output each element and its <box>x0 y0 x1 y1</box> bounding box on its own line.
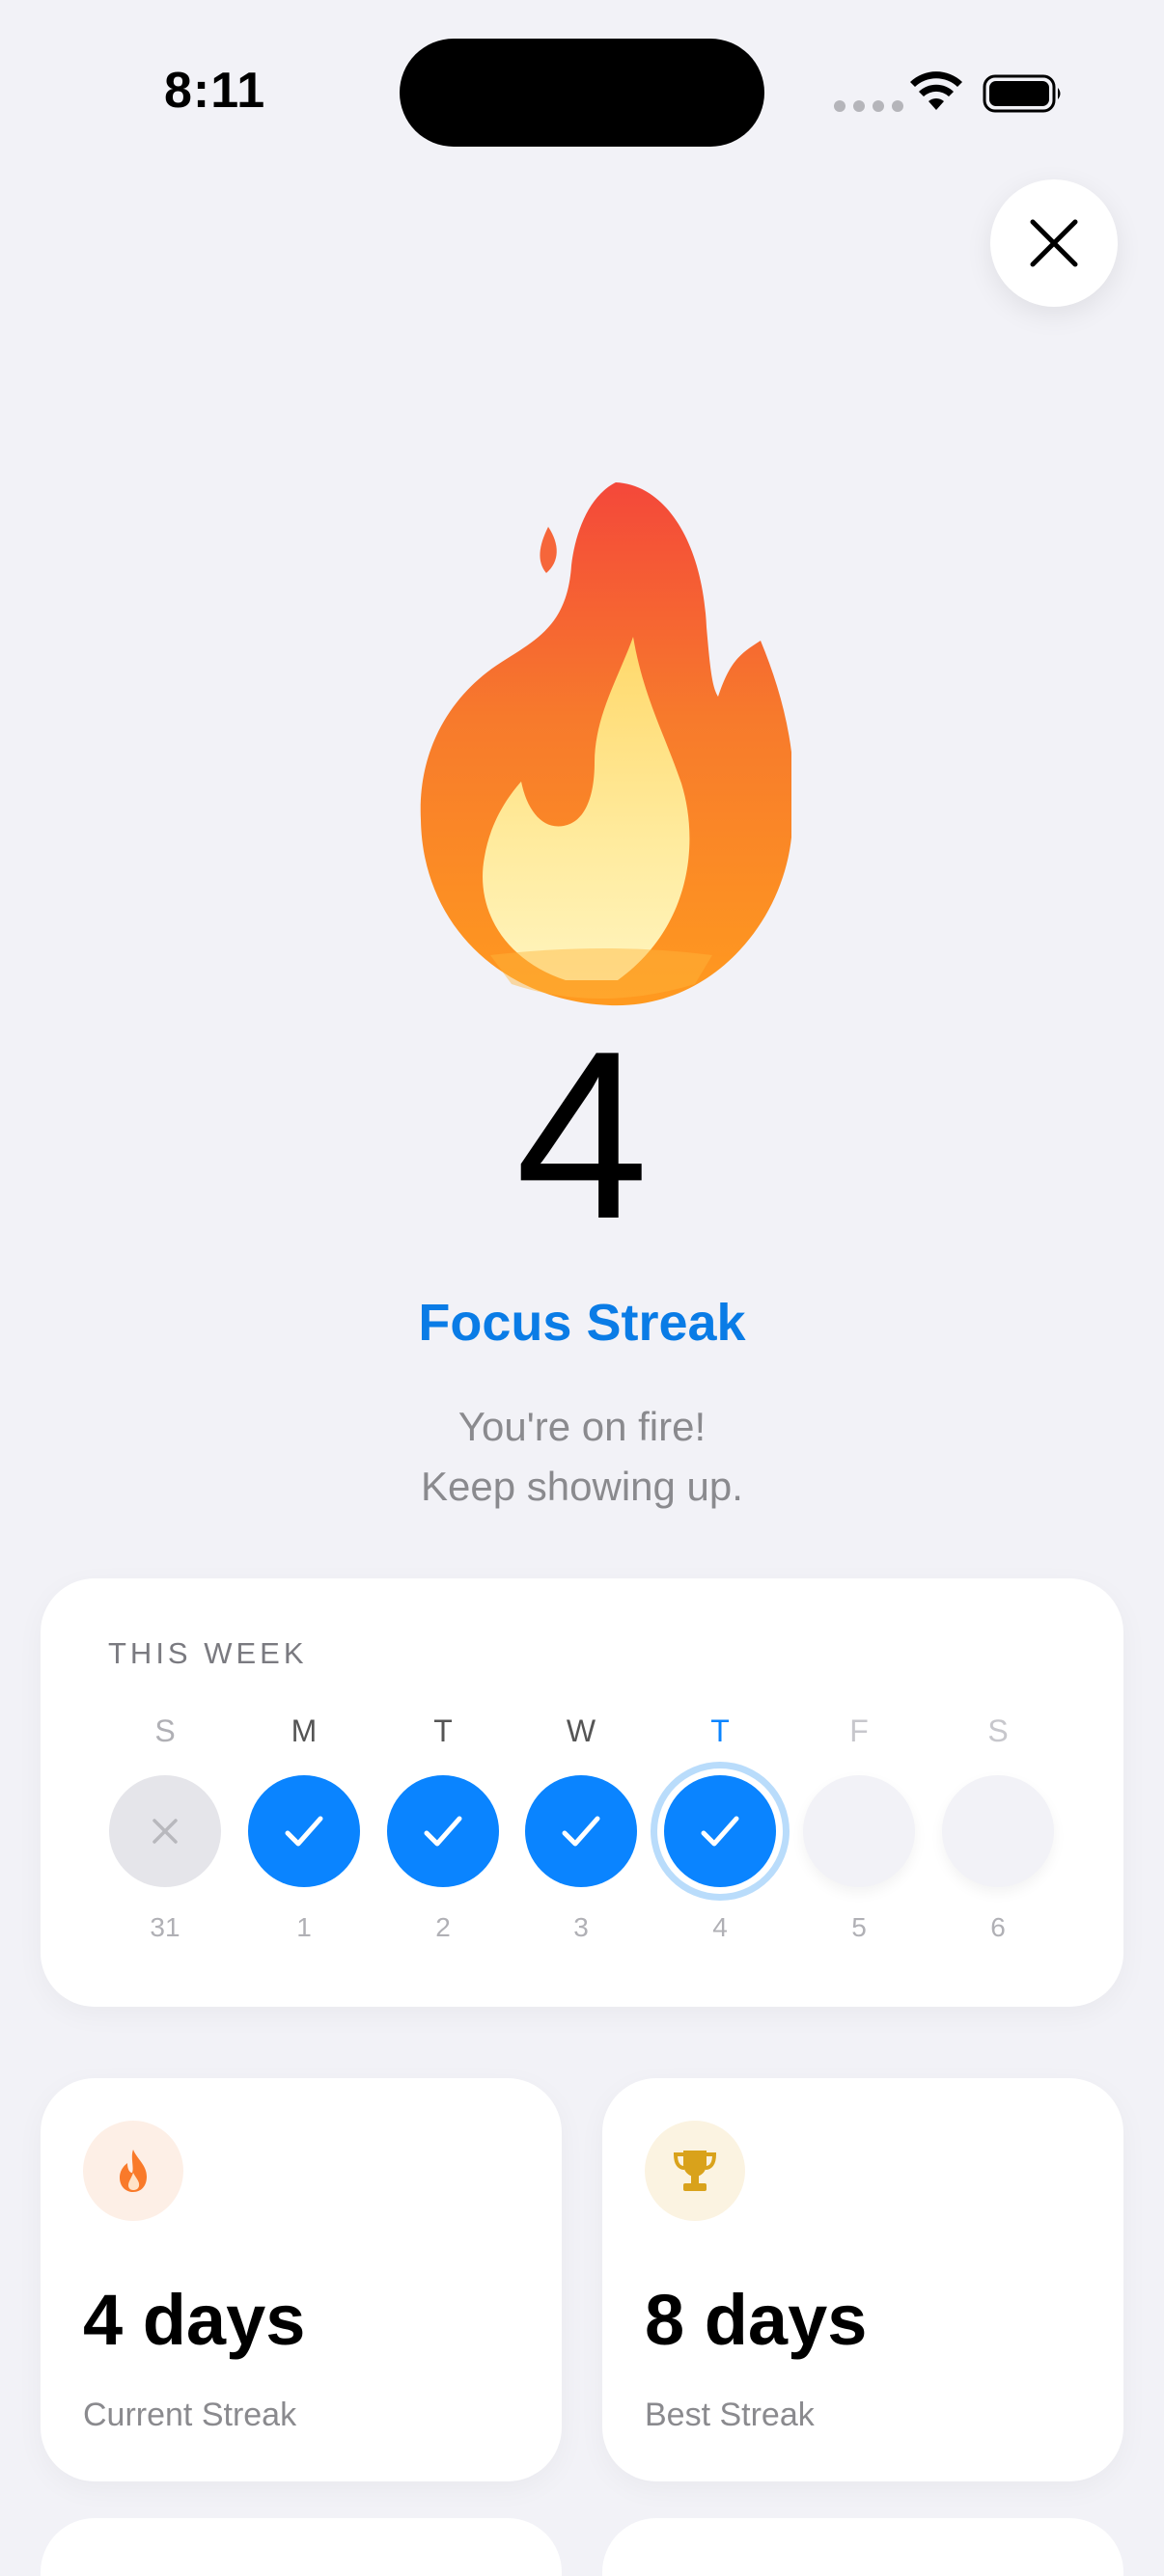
checkmark-icon <box>424 1816 462 1847</box>
close-button[interactable] <box>990 179 1118 307</box>
streak-number: 4 <box>515 1000 649 1269</box>
day-column: T 2 <box>387 1713 499 1984</box>
day-letter: S <box>154 1713 176 1748</box>
x-mark-icon <box>152 1819 178 1844</box>
day-date: 1 <box>296 1912 312 1942</box>
day-date: 2 <box>435 1912 451 1942</box>
day-column: S 31 <box>109 1713 221 1984</box>
day-circle-future <box>803 1775 915 1887</box>
day-column: F 5 <box>803 1713 915 1984</box>
day-letter-today: T <box>710 1713 730 1748</box>
day-letter: F <box>849 1713 869 1748</box>
checkmark-icon <box>285 1816 323 1847</box>
day-date: 4 <box>712 1912 728 1942</box>
day-circle-done <box>248 1775 360 1887</box>
status-time: 8:11 <box>164 63 266 119</box>
day-date: 3 <box>573 1912 589 1942</box>
streak-message-line1: You're on fire! <box>457 1404 707 1449</box>
battery-icon <box>983 74 1061 113</box>
week-title: THIS WEEK <box>108 1636 308 1670</box>
current-streak-card: 4 days Current Streak <box>41 2078 562 2481</box>
flame-icon <box>420 482 791 1006</box>
next-card-peek <box>41 2518 562 2576</box>
best-streak-card: 8 days Best Streak <box>602 2078 1123 2481</box>
streak-message: You're on fire! Keep showing up. <box>0 1397 1164 1517</box>
current-streak-value: 4 days <box>83 2280 306 2360</box>
day-column: S 6 <box>942 1713 1054 1984</box>
day-date: 31 <box>150 1912 180 1942</box>
day-circle-missed <box>109 1775 221 1887</box>
wifi-icon <box>910 71 962 110</box>
current-streak-label: Current Streak <box>83 2397 297 2433</box>
day-letter: S <box>987 1713 1009 1748</box>
checkmark-icon <box>701 1816 739 1847</box>
trophy-icon <box>673 2151 717 2191</box>
close-icon <box>1030 219 1078 267</box>
current-streak-icon-badge <box>83 2121 183 2221</box>
day-circle-future <box>942 1775 1054 1887</box>
day-letter: T <box>433 1713 453 1748</box>
best-streak-icon-badge <box>645 2121 745 2221</box>
day-date: 5 <box>851 1912 867 1942</box>
checkmark-icon <box>562 1816 600 1847</box>
day-date: 6 <box>990 1912 1006 1942</box>
streak-title: Focus Streak <box>418 1294 746 1352</box>
day-circle-today <box>664 1775 776 1887</box>
day-column: W 3 <box>525 1713 637 1984</box>
next-card-peek <box>602 2518 1123 2576</box>
day-circle-done <box>387 1775 499 1887</box>
best-streak-label: Best Streak <box>645 2397 815 2433</box>
streak-message-line2: Keep showing up. <box>421 1464 743 1509</box>
dynamic-island <box>400 39 764 147</box>
signal-dots-icon <box>834 100 903 112</box>
day-column: M 1 <box>248 1713 360 1984</box>
day-column: T 4 <box>664 1713 776 1984</box>
day-circle-done <box>525 1775 637 1887</box>
best-streak-value: 8 days <box>645 2280 868 2360</box>
day-letter: M <box>291 1713 318 1748</box>
week-card: THIS WEEK S 31 M 1 T 2 W 3 T 4 F 5 S 6 <box>41 1578 1123 2007</box>
day-letter: W <box>566 1713 596 1748</box>
flame-icon <box>120 2150 147 2192</box>
